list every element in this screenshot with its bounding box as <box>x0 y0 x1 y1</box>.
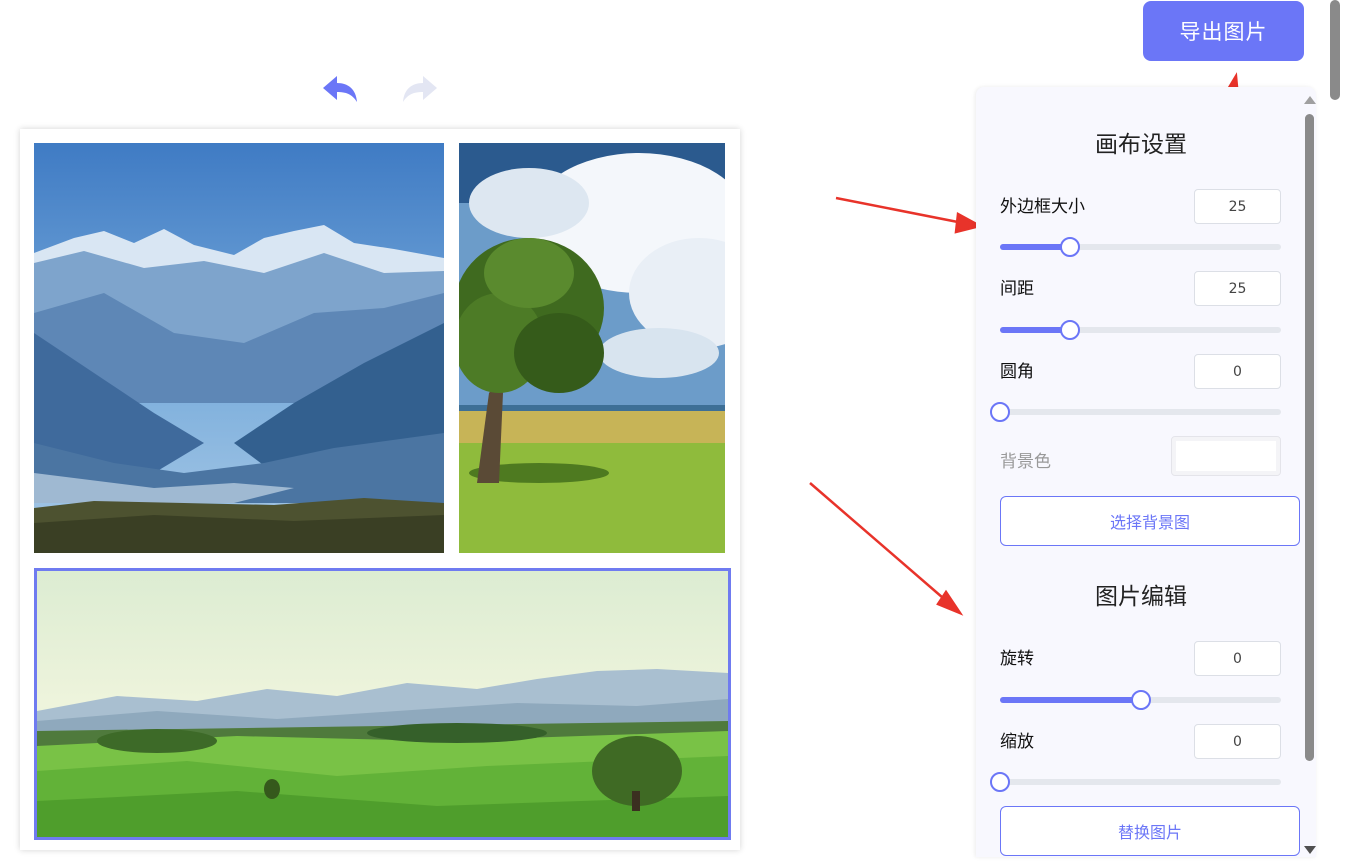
canvas-settings-title: 画布设置 <box>1095 132 1187 158</box>
scroll-down-arrow-icon[interactable] <box>1304 846 1316 854</box>
settings-panel: 画布设置 外边框大小 25 间距 25 圆角 0 背景色 选择背景图 图片编辑 … <box>976 87 1316 857</box>
zoom-input[interactable]: 0 <box>1194 724 1281 759</box>
corner-radius-slider-knob[interactable] <box>990 402 1010 422</box>
spacing-input[interactable]: 25 <box>1194 271 1281 306</box>
panel-scrollbar[interactable] <box>1304 96 1316 854</box>
zoom-slider[interactable] <box>990 772 1281 792</box>
spacing-slider[interactable] <box>1000 320 1281 340</box>
page-scrollbar[interactable] <box>1328 0 1342 100</box>
zoom-label: 缩放 <box>1000 732 1034 752</box>
panel-scrollbar-thumb[interactable] <box>1305 114 1314 761</box>
corner-radius-input[interactable]: 0 <box>1194 354 1281 389</box>
page-scrollbar-thumb[interactable] <box>1330 0 1340 100</box>
border-size-slider[interactable] <box>1000 237 1281 257</box>
border-size-input[interactable]: 25 <box>1194 189 1281 224</box>
background-color-picker[interactable] <box>1171 436 1281 476</box>
rotate-slider-knob[interactable] <box>1130 690 1151 710</box>
redo-arrow-icon[interactable] <box>400 72 440 106</box>
replace-image-button[interactable]: 替换图片 <box>1000 806 1300 856</box>
background-color-label: 背景色 <box>1000 452 1051 472</box>
corner-radius-slider[interactable] <box>990 402 1281 422</box>
image-edit-title: 图片编辑 <box>1095 584 1187 610</box>
rotate-input[interactable]: 0 <box>1194 641 1281 676</box>
choose-background-image-button[interactable]: 选择背景图 <box>1000 496 1300 546</box>
zoom-slider-knob[interactable] <box>990 772 1010 792</box>
scroll-up-arrow-icon[interactable] <box>1304 96 1316 104</box>
rotate-label: 旋转 <box>1000 649 1034 669</box>
spacing-label: 间距 <box>1000 279 1034 299</box>
corner-radius-label: 圆角 <box>1000 362 1034 382</box>
rotate-slider[interactable] <box>1000 690 1281 710</box>
tree-photo[interactable] <box>459 143 725 553</box>
meadow-photo[interactable] <box>34 568 731 840</box>
border-size-label: 外边框大小 <box>1000 197 1085 217</box>
spacing-slider-knob[interactable] <box>1060 320 1081 340</box>
mountain-photo[interactable] <box>34 143 444 553</box>
border-size-slider-knob[interactable] <box>1060 237 1081 257</box>
collage-canvas[interactable] <box>20 129 740 850</box>
export-image-button[interactable]: 导出图片 <box>1143 1 1304 61</box>
undo-arrow-icon[interactable] <box>320 72 360 106</box>
